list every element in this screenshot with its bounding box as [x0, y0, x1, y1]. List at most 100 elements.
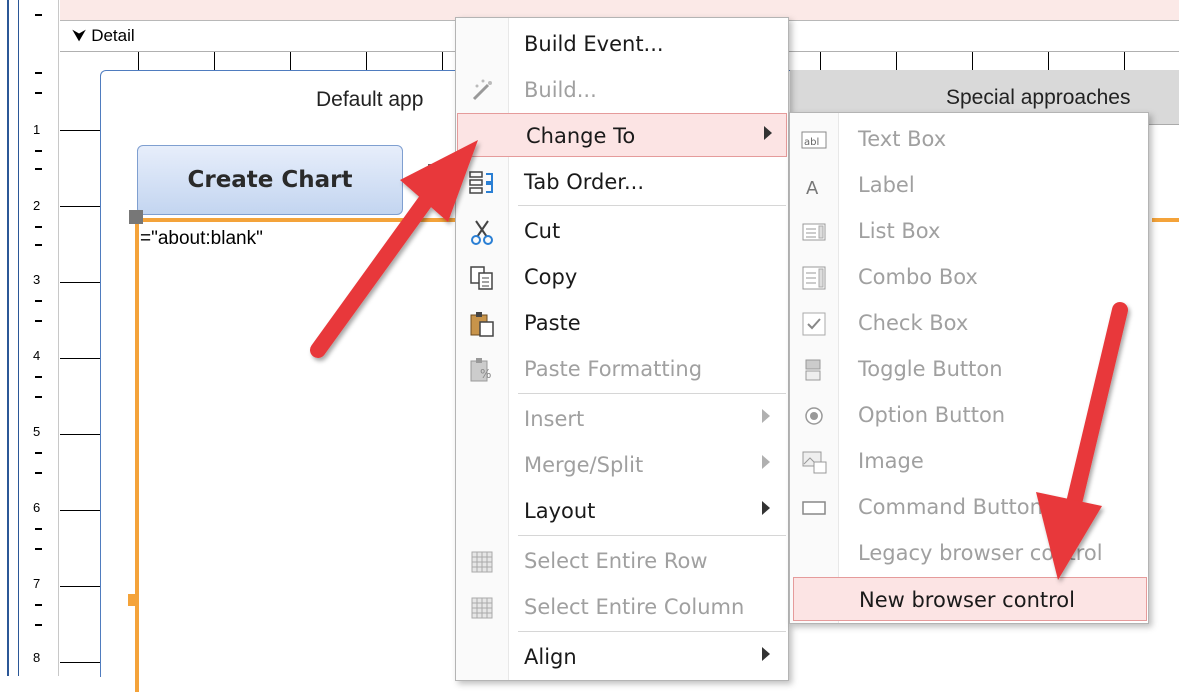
ruler-tick [35, 14, 42, 16]
ruler-number: 2 [33, 198, 41, 213]
menu-item-label: Cut [524, 219, 561, 243]
paste-formatting-icon: % [468, 356, 496, 384]
web-browser-control[interactable] [135, 218, 469, 692]
menu-separator [518, 631, 786, 632]
menu-separator [518, 393, 786, 394]
svg-text:%: % [480, 367, 491, 381]
submenu-item-image[interactable]: Image [790, 439, 1148, 483]
submenu-item-new-browser-control[interactable]: New browser control [793, 577, 1147, 621]
submenu-item-legacy-browser-control[interactable]: Legacy browser control [790, 531, 1148, 575]
grid-line [60, 206, 104, 207]
ruler-tick [35, 528, 42, 530]
submenu-item-label: Command Button [858, 495, 1043, 519]
ruler-number: 4 [33, 348, 41, 363]
menu-item-label: Tab Order... [524, 170, 645, 194]
context-menu: Build Event... Build... Change To Tab Or… [455, 17, 789, 681]
submenu-item-label: Combo Box [858, 265, 978, 289]
submenu-item-label: Legacy browser control [858, 541, 1103, 565]
menu-item-copy[interactable]: Copy [456, 255, 788, 299]
menu-item-cut[interactable]: Cut [456, 209, 788, 253]
menu-item-label: Copy [524, 265, 578, 289]
menu-item-build-event[interactable]: Build Event... [456, 22, 788, 66]
menu-separator [518, 535, 786, 536]
ruler-number: 7 [33, 576, 41, 591]
scissors-icon [468, 218, 496, 246]
copy-icon [468, 264, 496, 292]
submenu-item-label: Text Box [858, 127, 947, 151]
tab-special-label: Special approaches [946, 86, 1131, 109]
ruler-number: 5 [33, 424, 41, 439]
menu-item-label: Align [524, 645, 577, 669]
menu-item-paste[interactable]: Paste [456, 301, 788, 345]
submenu-arrow-icon [762, 501, 770, 515]
control-source-text: ="about:blank" [140, 228, 263, 249]
create-chart-label: Create Chart [187, 167, 353, 193]
submenu-item-combo-box[interactable]: Combo Box [790, 255, 1148, 299]
menu-item-paste-formatting[interactable]: % Paste Formatting [456, 347, 788, 391]
image-icon [800, 448, 828, 476]
menu-separator [518, 205, 786, 206]
ruler-tick [35, 396, 42, 398]
menu-item-label: Build Event... [524, 32, 664, 56]
ruler-tick [35, 376, 42, 378]
grid-line [60, 662, 104, 663]
submenu-item-label: List Box [858, 219, 941, 243]
menu-item-select-entire-row[interactable]: Select Entire Row [456, 539, 788, 583]
menu-item-label: Change To [526, 124, 636, 148]
ruler-tick [35, 150, 42, 152]
collapse-arrow-icon: ⮟ [72, 26, 87, 45]
menu-item-layout[interactable]: Layout [456, 489, 788, 533]
ruler-number: 6 [33, 500, 41, 515]
toggle-button-icon [800, 356, 828, 384]
ruler-number: 1 [33, 122, 41, 137]
menu-item-build[interactable]: Build... [456, 68, 788, 112]
change-to-submenu: abl Text Box A Label List Box Combo Box … [789, 112, 1149, 624]
listbox-icon [800, 218, 828, 246]
menu-item-label: Select Entire Row [524, 549, 708, 573]
submenu-item-command-button[interactable]: Command Button [790, 485, 1148, 529]
ruler-tick [35, 320, 42, 322]
submenu-arrow-icon [762, 647, 770, 661]
grid-row-icon [468, 548, 496, 576]
ruler-number: 8 [33, 650, 41, 665]
submenu-item-label-text: Label [858, 173, 915, 197]
submenu-item-text-box[interactable]: abl Text Box [790, 117, 1148, 161]
submenu-item-label[interactable]: A Label [790, 163, 1148, 207]
grid-line [60, 358, 104, 359]
small-control[interactable] [428, 164, 456, 188]
submenu-item-toggle-button[interactable]: Toggle Button [790, 347, 1148, 391]
submenu-arrow-icon [762, 409, 770, 423]
resize-handle[interactable] [128, 594, 136, 606]
menu-item-label: Layout [524, 499, 596, 523]
tab-order-icon [468, 169, 496, 197]
submenu-item-label: Toggle Button [858, 357, 1003, 381]
web-browser-control-edge [1152, 218, 1179, 222]
grid-line [60, 434, 104, 435]
submenu-item-option-button[interactable]: Option Button [790, 393, 1148, 437]
ruler-tick [35, 624, 42, 626]
ruler-tick [35, 92, 42, 94]
create-chart-button[interactable]: Create Chart [137, 145, 403, 215]
grid-line [60, 130, 104, 131]
menu-item-label: Build... [524, 78, 597, 102]
menu-item-label: Merge/Split [524, 453, 644, 477]
menu-item-label: Paste [524, 311, 581, 335]
ruler-tick [35, 604, 42, 606]
ruler-tick [35, 244, 42, 246]
command-button-icon [800, 494, 828, 522]
submenu-item-list-box[interactable]: List Box [790, 209, 1148, 253]
menu-item-tab-order[interactable]: Tab Order... [456, 160, 788, 204]
ruler-tick [35, 72, 42, 74]
menu-item-insert[interactable]: Insert [456, 397, 788, 441]
menu-item-merge-split[interactable]: Merge/Split [456, 443, 788, 487]
submenu-item-check-box[interactable]: Check Box [790, 301, 1148, 345]
menu-item-select-entire-column[interactable]: Select Entire Column [456, 585, 788, 629]
move-handle[interactable] [129, 210, 143, 224]
textbox-icon: abl [800, 126, 828, 154]
wand-icon [468, 77, 496, 105]
detail-label-text: Detail [91, 26, 135, 45]
menu-item-align[interactable]: Align [456, 635, 788, 679]
menu-item-change-to[interactable]: Change To [457, 113, 787, 157]
tab-default-app[interactable]: Default app [316, 88, 423, 112]
detail-section-label: ⮟ Detail [72, 26, 135, 46]
